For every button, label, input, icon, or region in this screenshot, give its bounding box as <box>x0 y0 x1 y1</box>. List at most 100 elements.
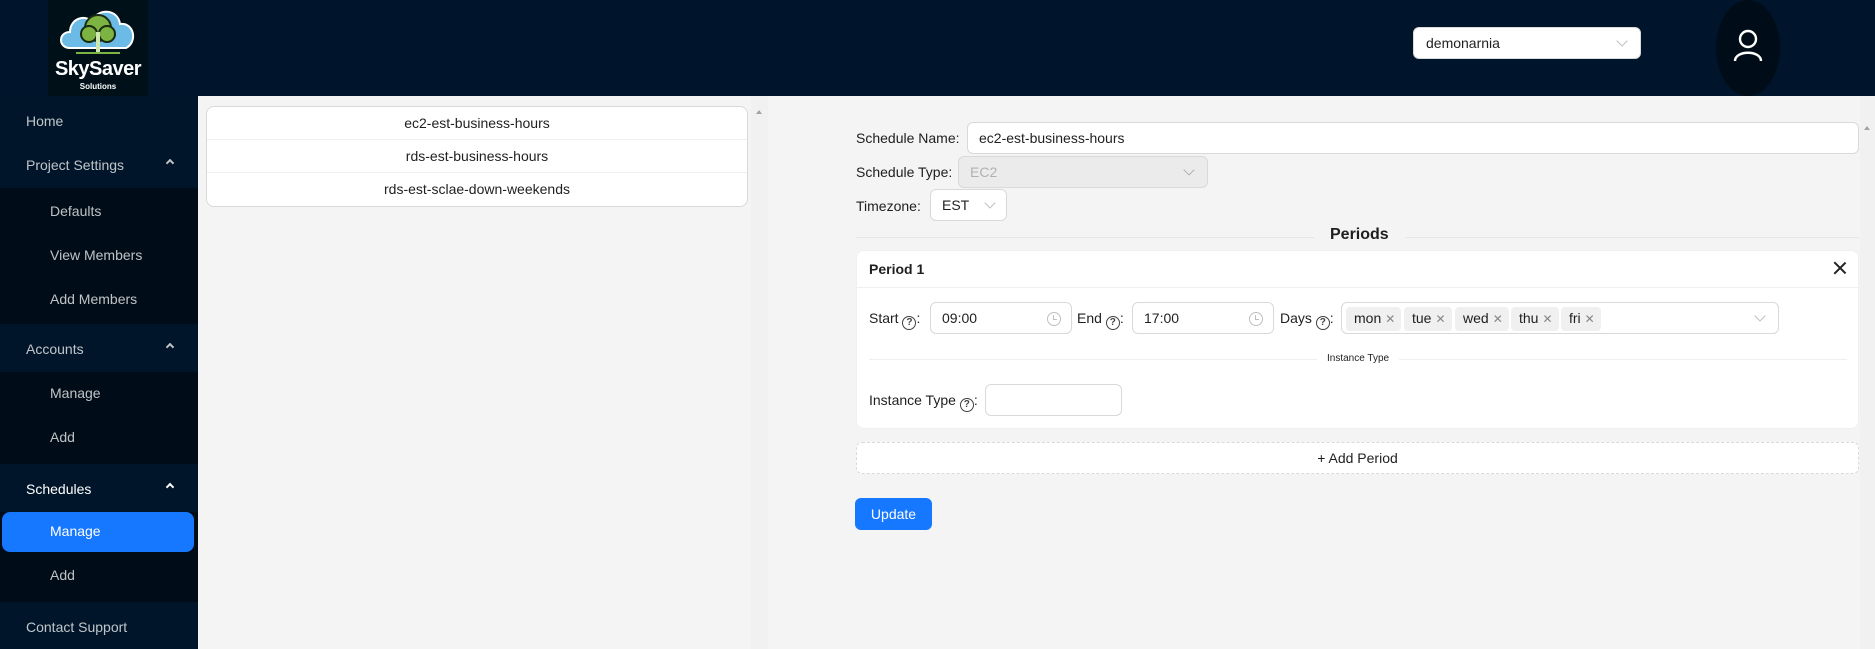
schedules-submenu: Manage Add <box>0 512 198 602</box>
day-tag: mon ✕ <box>1346 307 1402 331</box>
top-header: SkySaver Solutions demonarnia <box>0 0 1875 96</box>
periods-heading: Periods <box>1314 226 1405 244</box>
sidebar-item-label: Add Members <box>50 291 138 307</box>
schedule-list-panel: ec2-est-business-hours rds-est-business-… <box>198 96 768 649</box>
remove-tag-icon[interactable]: ✕ <box>1493 312 1503 326</box>
timezone-label: Timezone: <box>856 198 921 214</box>
sidebar-item-home[interactable]: Home <box>0 100 198 144</box>
project-select-value: demonarnia <box>1426 35 1500 51</box>
sidebar-item-label: Manage <box>50 385 101 401</box>
days-multiselect[interactable]: mon ✕ tue ✕ wed ✕ thu ✕ fri ✕ <box>1341 302 1779 334</box>
timezone-value: EST <box>942 197 970 213</box>
sidebar-item-schedules-add[interactable]: Add <box>0 556 198 596</box>
remove-tag-icon[interactable]: ✕ <box>1585 312 1595 326</box>
start-time-picker[interactable]: 09:00 <box>930 302 1072 334</box>
schedule-list-item[interactable]: ec2-est-business-hours <box>207 107 747 140</box>
schedule-name-value: ec2-est-business-hours <box>979 130 1125 146</box>
chevron-down-icon <box>1754 310 1766 322</box>
schedule-type-label: Schedule Type: <box>856 164 953 180</box>
project-select[interactable]: demonarnia <box>1413 27 1641 59</box>
help-icon[interactable]: ? <box>1315 316 1330 330</box>
sidebar-item-label: Contact Support <box>26 619 128 635</box>
day-tag: wed ✕ <box>1455 307 1509 331</box>
form-scrollbar[interactable] <box>1860 96 1875 649</box>
skysaver-logo[interactable]: SkySaver Solutions <box>48 0 148 96</box>
end-label-text: End <box>1077 310 1102 326</box>
remove-tag-icon[interactable]: ✕ <box>1385 312 1395 326</box>
clock-icon <box>1249 312 1263 326</box>
sidebar-item-label: Schedules <box>26 481 92 497</box>
sidebar-item-label: Add <box>50 429 75 445</box>
end-time-picker[interactable]: 17:00 <box>1132 302 1274 334</box>
sidebar-item-label: Project Settings <box>26 157 125 173</box>
schedule-list-item[interactable]: rds-est-business-hours <box>207 140 747 173</box>
list-scrollbar[interactable] <box>751 96 768 649</box>
end-label: End ?: <box>1077 310 1124 330</box>
schedule-name-label-text: Schedule Name <box>856 130 956 146</box>
start-time-value: 09:00 <box>942 310 978 326</box>
logo-subtitle: Solutions <box>79 82 117 91</box>
end-time-value: 17:00 <box>1144 310 1180 326</box>
instance-type-input[interactable] <box>985 384 1122 416</box>
sidebar-item-add-members[interactable]: Add Members <box>0 280 198 320</box>
sidebar-item-label: Manage <box>50 523 101 539</box>
instance-type-label: Instance Type ?: <box>869 392 978 412</box>
chevron-up-icon <box>165 482 175 492</box>
sidebar-item-contact-support[interactable]: Contact Support <box>0 606 198 649</box>
sidebar-item-label: Add <box>50 567 75 583</box>
user-avatar-button[interactable] <box>1716 0 1780 96</box>
help-icon[interactable]: ? <box>1105 316 1120 330</box>
chevron-down-icon <box>1616 35 1628 47</box>
help-icon[interactable]: ? <box>959 398 974 412</box>
schedule-type-label-text: Schedule Type <box>856 164 949 180</box>
chevron-down-icon <box>1183 164 1195 176</box>
start-label-text: Start <box>869 310 899 326</box>
schedule-name-input[interactable]: ec2-est-business-hours <box>967 122 1859 154</box>
day-tag: tue ✕ <box>1404 307 1452 331</box>
scroll-up-arrow-icon[interactable] <box>1864 126 1870 130</box>
update-button[interactable]: Update <box>855 498 932 530</box>
chevron-down-icon <box>984 197 996 209</box>
close-icon[interactable] <box>1832 260 1848 276</box>
period-card-header: Period 1 <box>857 251 1858 288</box>
sidebar-item-schedules-manage[interactable]: Manage <box>2 512 194 552</box>
add-period-button[interactable]: + Add Period <box>856 442 1859 474</box>
timezone-select[interactable]: EST <box>930 189 1007 221</box>
day-tag-label: wed <box>1463 310 1489 326</box>
instance-type-label-text: Instance Type <box>869 392 956 408</box>
sidebar-item-accounts[interactable]: Accounts <box>0 328 198 372</box>
sidebar-item-label: Defaults <box>50 203 102 219</box>
scroll-up-arrow-icon[interactable] <box>756 110 762 114</box>
chevron-up-icon <box>165 342 175 352</box>
sidebar-item-label: Accounts <box>26 341 84 357</box>
help-icon[interactable]: ? <box>902 316 917 330</box>
schedule-type-value: EC2 <box>970 164 998 180</box>
day-tag: fri ✕ <box>1561 307 1601 331</box>
remove-tag-icon[interactable]: ✕ <box>1435 312 1445 326</box>
day-tag-label: fri <box>1569 310 1581 326</box>
logo-brand-text: SkySaver <box>54 58 142 80</box>
timezone-label-text: Timezone <box>856 198 917 214</box>
sidebar-item-schedules[interactable]: Schedules <box>0 468 198 512</box>
remove-tag-icon[interactable]: ✕ <box>1542 312 1552 326</box>
user-icon <box>1733 29 1763 62</box>
start-label: Start ?: <box>869 310 921 330</box>
day-tag-label: tue <box>1412 310 1432 326</box>
sidebar-nav: Home Project Settings Defaults View Memb… <box>0 96 198 649</box>
day-tag-label: mon <box>1354 310 1382 326</box>
period-title: Period 1 <box>869 261 925 277</box>
period-card: Period 1 Start ?: 09:00 End ?: 17:00 Day… <box>856 250 1859 429</box>
sidebar-item-view-members[interactable]: View Members <box>0 236 198 276</box>
chevron-up-icon <box>165 158 175 168</box>
sidebar-item-project-settings[interactable]: Project Settings <box>0 144 198 188</box>
sidebar-item-accounts-add[interactable]: Add <box>0 418 198 458</box>
cloud-tree-icon <box>60 10 135 54</box>
accounts-submenu: Manage Add <box>0 372 198 464</box>
sidebar-item-accounts-manage[interactable]: Manage <box>0 374 198 414</box>
sidebar-item-defaults[interactable]: Defaults <box>0 192 198 232</box>
schedule-list-item[interactable]: rds-est-sclae-down-weekends <box>207 173 747 206</box>
day-tag: thu ✕ <box>1511 307 1559 331</box>
schedule-type-select[interactable]: EC2 <box>958 156 1208 188</box>
instance-type-heading: Instance Type <box>1317 353 1400 364</box>
schedule-list: ec2-est-business-hours rds-est-business-… <box>206 106 748 207</box>
